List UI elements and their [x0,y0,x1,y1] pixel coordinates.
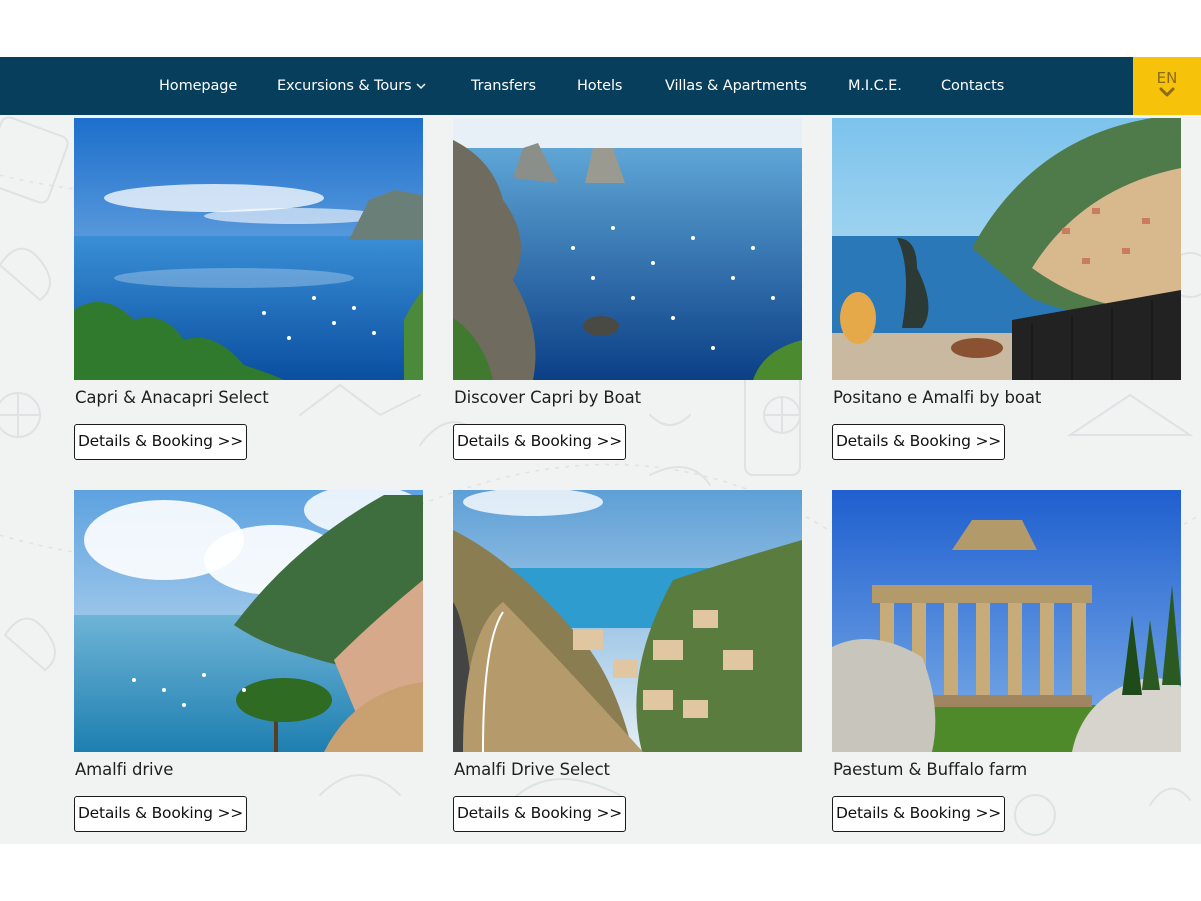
chevron-down-icon [1159,87,1175,97]
details-booking-button[interactable]: Details & Booking >> [832,796,1005,832]
nav-mice[interactable]: M.I.C.E. [848,57,902,115]
details-booking-button[interactable]: Details & Booking >> [74,424,247,460]
amalfi-road-village-photo[interactable] [453,490,802,752]
nav-excursions-tours[interactable]: Excursions & Tours [277,57,426,115]
details-booking-button[interactable]: Details & Booking >> [74,796,247,832]
main-navbar: Homepage Excursions & Tours Transfers Ho… [0,57,1201,115]
nav-excursions-label: Excursions & Tours [277,78,412,94]
tour-title: Positano e Amalfi by boat [833,388,1042,407]
language-selector[interactable]: EN [1133,57,1201,115]
tour-title: Capri & Anacapri Select [75,388,269,407]
tour-card: Discover Capri by Boat Details & Booking… [453,118,802,460]
nav-transfers[interactable]: Transfers [471,57,536,115]
tour-title: Paestum & Buffalo farm [833,760,1028,779]
nav-hotels[interactable]: Hotels [577,57,622,115]
tour-title: Amalfi Drive Select [454,760,610,779]
tour-title: Amalfi drive [75,760,174,779]
positano-terrace-photo[interactable] [832,118,1181,380]
details-booking-button[interactable]: Details & Booking >> [453,796,626,832]
faraglioni-boats-photo[interactable] [453,118,802,380]
tour-card: Amalfi drive Details & Booking >> [74,490,423,832]
capri-coast-photo[interactable] [74,118,423,380]
tour-card: Positano e Amalfi by boat Details & Book… [832,118,1181,460]
language-code: EN [1156,69,1178,87]
nav-homepage[interactable]: Homepage [159,57,237,115]
tour-card: Capri & Anacapri Select Details & Bookin… [74,118,423,460]
details-booking-button[interactable]: Details & Booking >> [832,424,1005,460]
nav-contacts[interactable]: Contacts [941,57,1004,115]
chevron-down-icon [415,82,426,89]
page-bottom-spacer [0,844,1201,901]
tours-grid: Capri & Anacapri Select Details & Bookin… [0,115,1201,844]
details-booking-button[interactable]: Details & Booking >> [453,424,626,460]
tour-card: Amalfi Drive Select Details & Booking >> [453,490,802,832]
tour-card: Paestum & Buffalo farm Details & Booking… [832,490,1181,832]
tour-title: Discover Capri by Boat [454,388,641,407]
amalfi-coast-pine-photo[interactable] [74,490,423,752]
nav-villas-apartments[interactable]: Villas & Apartments [665,57,807,115]
paestum-temple-photo[interactable] [832,490,1181,752]
